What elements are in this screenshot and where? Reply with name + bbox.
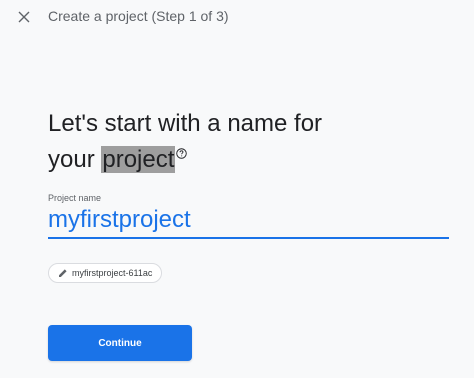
close-button[interactable] <box>12 5 36 29</box>
header: Create a project (Step 1 of 3) <box>0 0 474 36</box>
create-project-page: Create a project (Step 1 of 3) Let's sta… <box>0 0 474 378</box>
help-icon[interactable] <box>176 148 188 159</box>
page-title: Create a project (Step 1 of 3) <box>48 8 229 24</box>
close-icon[interactable] <box>18 11 30 23</box>
headline-line-1: Let's start with a name for <box>48 110 323 137</box>
project-id-chip[interactable]: myfirstproject-611ac <box>48 263 163 283</box>
continue-button[interactable]: Continue <box>48 325 192 361</box>
headline: Let's start with a name for your project <box>48 106 458 178</box>
pencil-icon <box>57 268 68 279</box>
headline-line-2-prefix: your <box>48 146 102 173</box>
project-name-label: Project name <box>48 193 102 203</box>
project-id-text: myfirstproject-611ac <box>72 268 153 278</box>
headline-highlight: project <box>101 146 176 173</box>
project-name-input[interactable] <box>48 203 449 239</box>
